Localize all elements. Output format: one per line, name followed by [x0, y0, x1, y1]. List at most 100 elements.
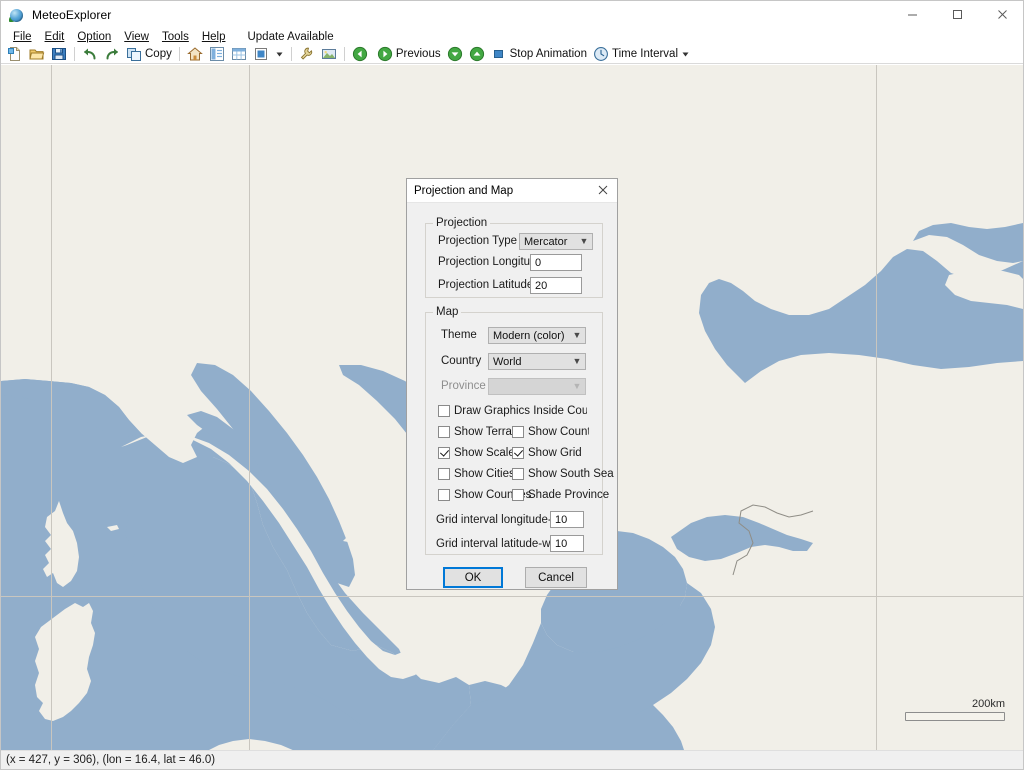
- map-scale-bar-graphic: [905, 712, 1005, 721]
- dropdown-arrow-icon: [275, 46, 284, 62]
- close-button[interactable]: [980, 1, 1023, 28]
- image-button[interactable]: [318, 45, 340, 63]
- fill-color-dropdown[interactable]: [272, 45, 287, 63]
- menu-option[interactable]: Option: [71, 29, 118, 45]
- undo-button[interactable]: [79, 45, 101, 63]
- open-folder-icon: [29, 46, 45, 62]
- checkbox-label: Draw Graphics Inside Country/Pr: [454, 405, 587, 417]
- copy-button[interactable]: Copy: [123, 45, 175, 63]
- checkbox-show-scale[interactable]: Show Scale: [438, 447, 515, 459]
- projection-and-map-dialog[interactable]: Projection and Map Projection Projection…: [406, 178, 618, 590]
- step-down-button[interactable]: [444, 45, 466, 63]
- projection-longitude-input[interactable]: 0: [530, 254, 582, 271]
- checkbox-box[interactable]: [512, 426, 524, 438]
- dialog-title: Projection and Map: [414, 184, 514, 197]
- menu-help-label: Help: [201, 30, 226, 43]
- checkbox-show-south-sea[interactable]: Show South Sea: [512, 468, 614, 480]
- next-button[interactable]: Previous: [374, 45, 444, 63]
- stop-animation-icon: [491, 46, 507, 62]
- save-icon: [51, 46, 67, 62]
- menu-help[interactable]: Help: [196, 29, 233, 45]
- maximize-button[interactable]: [935, 1, 980, 28]
- map-scale-bar: 200km: [905, 698, 1005, 721]
- menu-bar: File Edit Option View Tools Help Update …: [1, 28, 1023, 45]
- window-controls: [890, 1, 1023, 28]
- cancel-button[interactable]: Cancel: [525, 567, 587, 588]
- checkbox-label: Show Terrain: [454, 426, 521, 438]
- undo-icon: [82, 46, 98, 62]
- grid-interval-longitude-input[interactable]: 10: [550, 511, 584, 528]
- next-button-label: Previous: [395, 48, 441, 60]
- checkbox-box[interactable]: [512, 468, 524, 480]
- menu-file-label: File: [13, 30, 32, 43]
- grid-interval-longitude-value: 10: [555, 513, 568, 526]
- new-document-button[interactable]: [4, 45, 26, 63]
- checkbox-draw-graphics-inside-country[interactable]: Draw Graphics Inside Country/Pr: [438, 405, 590, 417]
- minimize-button[interactable]: [890, 1, 935, 28]
- toolbar: Copy Previous Stop Animation Time Interv…: [1, 45, 1023, 64]
- country-select[interactable]: World ▼: [488, 353, 586, 370]
- fill-color-button[interactable]: [250, 45, 272, 63]
- stop-animation-label: Stop Animation: [509, 48, 587, 60]
- next-icon: [377, 46, 393, 62]
- checkbox-box[interactable]: [438, 489, 450, 501]
- menu-tools-label: Tools: [161, 30, 189, 43]
- country-row: Country: [441, 355, 481, 367]
- checkbox-box[interactable]: [438, 405, 450, 417]
- checkbox-show-grid[interactable]: Show Grid: [512, 447, 582, 459]
- map-scale-label: 200km: [971, 698, 1005, 710]
- menu-update-available[interactable]: Update Available: [241, 29, 340, 45]
- projection-latitude-value: 20: [535, 279, 548, 292]
- projection-latitude-label: Projection Latitude: [438, 279, 534, 291]
- checkbox-box[interactable]: [512, 489, 524, 501]
- checkbox-show-cities[interactable]: Show Cities: [438, 468, 515, 480]
- checkbox-label: Shade Province: [528, 489, 610, 501]
- toolbar-separator: [74, 47, 75, 61]
- menu-tools[interactable]: Tools: [156, 29, 196, 45]
- step-down-icon: [447, 46, 463, 62]
- checkbox-box[interactable]: [438, 447, 450, 459]
- theme-label: Theme: [441, 329, 477, 341]
- checkbox-shade-province[interactable]: Shade Province: [512, 489, 609, 501]
- copy-icon: [126, 46, 142, 62]
- menu-file[interactable]: File: [7, 29, 39, 45]
- time-interval-button[interactable]: Time Interval: [590, 45, 693, 63]
- cancel-button-label: Cancel: [538, 571, 574, 584]
- projection-type-select[interactable]: Mercator ▼: [519, 233, 593, 250]
- open-folder-button[interactable]: [26, 45, 48, 63]
- menu-view[interactable]: View: [118, 29, 156, 45]
- checkbox-show-terrain[interactable]: Show Terrain: [438, 426, 521, 438]
- redo-button[interactable]: [101, 45, 123, 63]
- map-group-title: Map: [433, 306, 462, 318]
- grid-interval-latitude-row: Grid interval latitude-wise: [436, 538, 565, 550]
- status-bar: (x = 427, y = 306), (lon = 16.4, lat = 4…: [1, 750, 1023, 769]
- projection-longitude-label: Projection Longitude: [438, 256, 543, 268]
- menu-edit[interactable]: Edit: [39, 29, 72, 45]
- grid-view-button[interactable]: [228, 45, 250, 63]
- chevron-down-icon: ▼: [572, 330, 582, 340]
- grid-interval-latitude-input[interactable]: 10: [550, 535, 584, 552]
- settings-button[interactable]: [296, 45, 318, 63]
- previous-button[interactable]: [349, 45, 374, 63]
- menu-edit-label: Edit: [44, 30, 65, 43]
- dialog-title-bar[interactable]: Projection and Map: [407, 179, 617, 203]
- fill-color-icon: [253, 46, 269, 62]
- projection-latitude-input[interactable]: 20: [530, 277, 582, 294]
- checkbox-show-country-boundary[interactable]: Show Country Bo: [512, 426, 590, 438]
- step-up-button[interactable]: [466, 45, 488, 63]
- ok-button[interactable]: OK: [443, 567, 503, 588]
- checkbox-box[interactable]: [512, 447, 524, 459]
- checkbox-box[interactable]: [438, 468, 450, 480]
- home-button[interactable]: [184, 45, 206, 63]
- dialog-close-icon[interactable]: [589, 179, 617, 201]
- previous-icon: [352, 46, 368, 62]
- list-view-button[interactable]: [206, 45, 228, 63]
- stop-animation-button[interactable]: Stop Animation: [488, 45, 590, 63]
- image-icon: [321, 46, 337, 62]
- chevron-down-icon: ▼: [572, 356, 582, 366]
- save-button[interactable]: [48, 45, 70, 63]
- theme-select[interactable]: Modern (color) ▼: [488, 327, 586, 344]
- checkbox-box[interactable]: [438, 426, 450, 438]
- ok-button-label: OK: [464, 571, 482, 584]
- country-value: World: [493, 355, 522, 368]
